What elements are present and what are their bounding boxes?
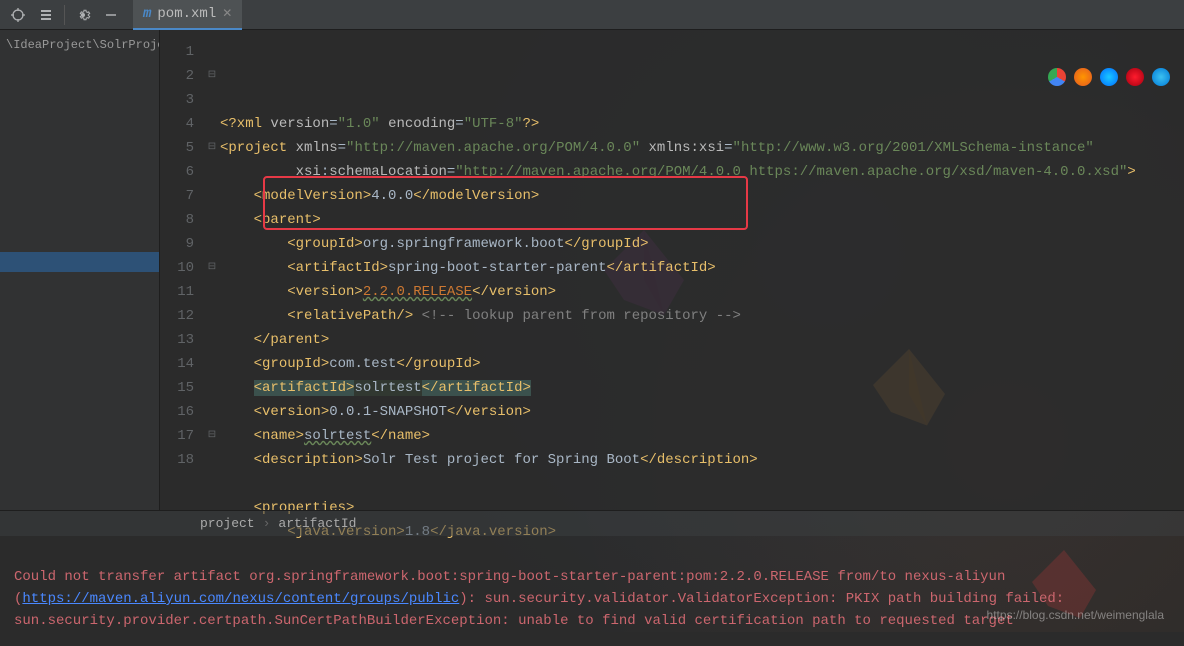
build-error-panel: Could not transfer artifact org.springfr…: [0, 536, 1184, 646]
minimize-icon[interactable]: [99, 3, 123, 27]
project-path: \IdeaProject\SolrProject: [6, 38, 153, 52]
editor-tab[interactable]: m pom.xml ✕: [133, 0, 242, 30]
chrome-icon[interactable]: [1048, 68, 1066, 86]
top-toolbar: m pom.xml ✕: [0, 0, 1184, 30]
code-line[interactable]: <project xmlns="http://maven.apache.org/…: [220, 136, 1184, 160]
ie-icon[interactable]: [1152, 68, 1170, 86]
code-line[interactable]: <?xml version="1.0" encoding="UTF-8"?>: [220, 112, 1184, 136]
code-line[interactable]: <relativePath/> <!-- lookup parent from …: [220, 304, 1184, 328]
tab-filename: pom.xml: [157, 6, 216, 22]
sidebar-selected-row[interactable]: [0, 252, 159, 272]
code-area[interactable]: <?xml version="1.0" encoding="UTF-8"?><p…: [220, 30, 1184, 510]
code-line[interactable]: <parent>: [220, 208, 1184, 232]
opera-icon[interactable]: [1126, 68, 1144, 86]
breadcrumb-item[interactable]: artifactId: [278, 516, 356, 531]
maven-icon: m: [143, 6, 151, 22]
target-icon[interactable]: [6, 3, 30, 27]
firefox-icon[interactable]: [1074, 68, 1092, 86]
safari-icon[interactable]: [1100, 68, 1118, 86]
close-icon[interactable]: ✕: [222, 6, 232, 21]
code-editor[interactable]: 123456789101112131415161718 ⊟⊟⊟⊟ <?xml v…: [160, 30, 1184, 510]
code-line[interactable]: <description>Solr Test project for Sprin…: [220, 448, 1184, 472]
breadcrumb-item[interactable]: project: [200, 516, 255, 531]
watermark: https://blog.csdn.net/weimenglala: [987, 608, 1164, 622]
code-line[interactable]: </parent>: [220, 328, 1184, 352]
gear-icon[interactable]: [71, 3, 95, 27]
code-line[interactable]: <groupId>org.springframework.boot</group…: [220, 232, 1184, 256]
code-line[interactable]: <modelVersion>4.0.0</modelVersion>: [220, 184, 1184, 208]
code-line[interactable]: xsi:schemaLocation="http://maven.apache.…: [220, 160, 1184, 184]
code-line[interactable]: <name>solrtest</name>: [220, 424, 1184, 448]
code-line[interactable]: <artifactId>solrtest</artifactId>: [220, 376, 1184, 400]
expand-all-icon[interactable]: [34, 3, 58, 27]
code-line[interactable]: <artifactId>spring-boot-starter-parent</…: [220, 256, 1184, 280]
project-sidebar[interactable]: \IdeaProject\SolrProject: [0, 30, 160, 510]
code-line[interactable]: <version>0.0.1-SNAPSHOT</version>: [220, 400, 1184, 424]
code-line[interactable]: <version>2.2.0.RELEASE</version>: [220, 280, 1184, 304]
breadcrumb-bar: project › artifactId: [0, 510, 1184, 536]
code-line[interactable]: [220, 472, 1184, 496]
chevron-right-icon: ›: [263, 516, 271, 531]
code-line[interactable]: <groupId>com.test</groupId>: [220, 352, 1184, 376]
fold-gutter[interactable]: ⊟⊟⊟⊟: [204, 30, 220, 510]
line-gutter: 123456789101112131415161718: [160, 30, 204, 510]
browser-icons-overlay: [1048, 68, 1170, 86]
error-link[interactable]: https://maven.aliyun.com/nexus/content/g…: [22, 591, 459, 607]
